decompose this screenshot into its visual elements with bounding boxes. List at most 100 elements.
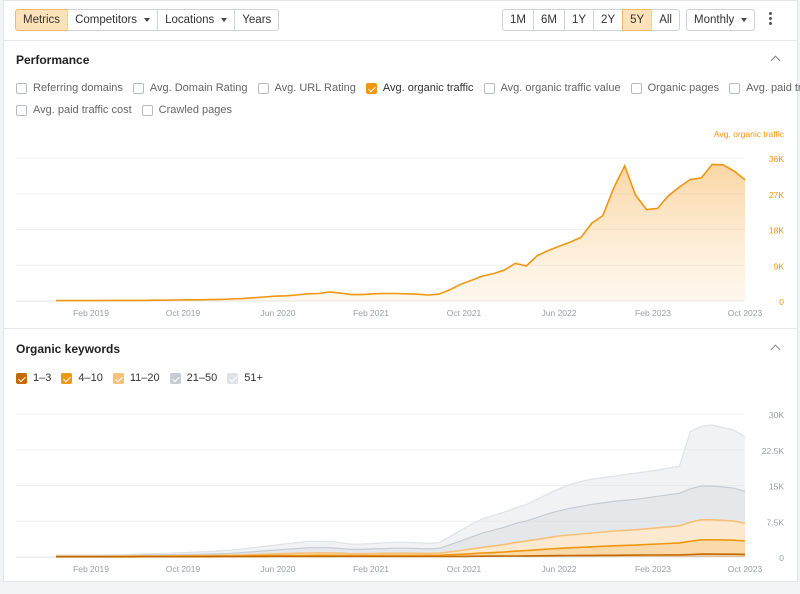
y-tick-label: 0 xyxy=(779,297,784,307)
tab-metrics[interactable]: Metrics xyxy=(15,9,69,31)
range-2y[interactable]: 2Y xyxy=(593,9,624,31)
metric-label: Organic pages xyxy=(647,82,720,94)
x-tick-label: Jun 2022 xyxy=(542,308,577,318)
checkbox-icon[interactable] xyxy=(61,372,73,384)
y-tick-label: 36K xyxy=(769,154,784,164)
checkbox-icon[interactable] xyxy=(630,82,642,94)
chevron-up-icon[interactable] xyxy=(770,55,781,66)
metric-label: Avg. paid traffic cost xyxy=(33,104,132,116)
y-tick-label: 9K xyxy=(774,261,785,271)
metrics-row-2: Avg. paid traffic cost Crawled pages xyxy=(16,104,242,116)
metric-avg-url-rating[interactable]: Avg. URL Rating xyxy=(257,82,356,94)
metric-label: Avg. organic traffic value xyxy=(500,82,621,94)
position-4-10[interactable]: 4–10 xyxy=(61,372,103,384)
organic-traffic-chart: 36K 27K 18K 9K 0 Feb 2019 Oct 2019 Jun 2020 Feb … xyxy=(16,129,785,318)
metric-crawled-pages[interactable]: Crawled pages xyxy=(141,104,233,116)
metric-referring-domains[interactable]: Referring domains xyxy=(16,82,123,94)
position-filters: 1–3 4–10 11–20 21–50 51+ xyxy=(16,372,273,384)
checkbox-icon[interactable] xyxy=(141,104,153,116)
metric-label: Referring domains xyxy=(33,82,123,94)
chevron-up-icon[interactable] xyxy=(770,344,781,355)
checkbox-icon[interactable] xyxy=(16,372,27,384)
organic-keywords-title: Organic keywords xyxy=(16,342,121,356)
x-tick-label: Jun 2020 xyxy=(261,308,296,318)
range-label: 6M xyxy=(540,14,557,26)
position-label: 1–3 xyxy=(33,372,52,384)
interval-select[interactable]: Monthly xyxy=(686,9,756,31)
metric-avg-organic-traffic-value[interactable]: Avg. organic traffic value xyxy=(483,82,621,94)
checkbox-icon[interactable] xyxy=(16,82,27,94)
x-tick-label: Oct 2023 xyxy=(728,308,763,318)
x-tick-label: Oct 2021 xyxy=(447,564,482,574)
checkbox-icon[interactable] xyxy=(227,372,239,384)
range-all[interactable]: All xyxy=(651,9,680,31)
kebab-menu-icon[interactable] xyxy=(769,12,773,25)
metric-avg-paid-traffic[interactable]: Avg. paid traffic xyxy=(729,82,800,94)
position-1-3[interactable]: 1–3 xyxy=(16,372,51,384)
position-11-20[interactable]: 11–20 xyxy=(112,372,160,384)
position-label: 4–10 xyxy=(78,372,103,384)
checkbox-icon[interactable] xyxy=(729,82,741,94)
metrics-row-1: Referring domains Avg. Domain Rating Avg. … xyxy=(16,82,800,94)
interval-select-wrap: Monthly xyxy=(686,9,756,31)
x-tick-label: Oct 2019 xyxy=(166,308,201,318)
x-tick-label: Oct 2021 xyxy=(447,308,482,318)
x-tick-label: Jun 2022 xyxy=(542,564,577,574)
position-label: 21–50 xyxy=(186,372,218,384)
checkbox-icon[interactable] xyxy=(169,372,181,384)
tab-competitors[interactable]: Competitors xyxy=(67,9,159,31)
checkbox-icon[interactable] xyxy=(257,82,269,94)
range-label: All xyxy=(659,14,672,26)
checkbox-icon[interactable] xyxy=(365,82,377,94)
range-label: 1Y xyxy=(571,14,587,26)
range-1m[interactable]: 1M xyxy=(502,9,534,31)
checkbox-icon[interactable] xyxy=(483,82,495,94)
position-21-50[interactable]: 21–50 xyxy=(169,372,218,384)
x-tick-label: Feb 2021 xyxy=(353,308,389,318)
metric-avg-organic-traffic[interactable]: Avg. organic traffic xyxy=(365,82,474,94)
position-51[interactable]: 51+ xyxy=(227,372,263,384)
x-tick-label: Feb 2019 xyxy=(73,308,109,318)
x-tick-label: Jun 2020 xyxy=(261,564,296,574)
top-toolbar: Metrics Competitors Locations Years 1M 6M 1Y 2… xyxy=(4,1,797,41)
metric-label: Avg. URL Rating xyxy=(274,82,356,94)
metric-label: Crawled pages xyxy=(158,104,233,116)
legend-avg-organic-traffic: Avg. organic traffic xyxy=(714,129,785,139)
checkbox-icon[interactable] xyxy=(112,372,124,384)
x-tick-label: Oct 2023 xyxy=(728,564,763,574)
y-tick-label: 30K xyxy=(769,410,784,420)
tab-locations[interactable]: Locations xyxy=(157,9,236,31)
chevron-down-icon xyxy=(221,18,228,22)
chevron-down-icon xyxy=(144,18,151,22)
tab-years[interactable]: Years xyxy=(234,9,280,31)
position-label: 51+ xyxy=(244,372,263,384)
y-tick-label: 27K xyxy=(769,190,784,200)
y-tick-label: 15K xyxy=(769,482,784,492)
metric-avg-paid-traffic-cost[interactable]: Avg. paid traffic cost xyxy=(16,104,132,116)
performance-title: Performance xyxy=(16,53,90,67)
x-tick-label: Feb 2023 xyxy=(635,564,671,574)
checkbox-icon[interactable] xyxy=(16,104,27,116)
series-area-avg-organic-traffic xyxy=(56,164,745,301)
y-tick-label: 18K xyxy=(769,226,784,236)
range-label: 2Y xyxy=(601,14,616,26)
metric-avg-domain-rating[interactable]: Avg. Domain Rating xyxy=(132,82,248,94)
range-1y[interactable]: 1Y xyxy=(563,9,595,31)
y-tick-label: 0 xyxy=(779,553,784,563)
organic-keywords-chart: 30K 22.5K 15K 7.5K 0 Feb 2019 Oct 2019 Jun 2020… xyxy=(16,410,785,574)
y-tick-label: 7.5K xyxy=(767,517,785,527)
metric-organic-pages[interactable]: Organic pages xyxy=(630,82,720,94)
tab-label: Locations xyxy=(165,14,215,26)
x-tick-label: Feb 2019 xyxy=(73,564,109,574)
range-6m[interactable]: 6M xyxy=(532,9,565,31)
metric-label: Avg. organic traffic xyxy=(382,82,474,94)
x-tick-label: Feb 2023 xyxy=(635,308,671,318)
checkbox-icon[interactable] xyxy=(132,82,144,94)
x-tick-label: Oct 2019 xyxy=(166,564,201,574)
range-5y[interactable]: 5Y xyxy=(622,9,653,31)
site-explorer-overview-panel: Metrics Competitors Locations Years 1M 6M 1Y 2… xyxy=(3,0,800,582)
y-tick-label: 22.5K xyxy=(762,446,785,456)
tab-label: Metrics xyxy=(23,14,61,26)
x-tick-label: Feb 2021 xyxy=(353,564,389,574)
range-label: 5Y xyxy=(630,14,645,26)
